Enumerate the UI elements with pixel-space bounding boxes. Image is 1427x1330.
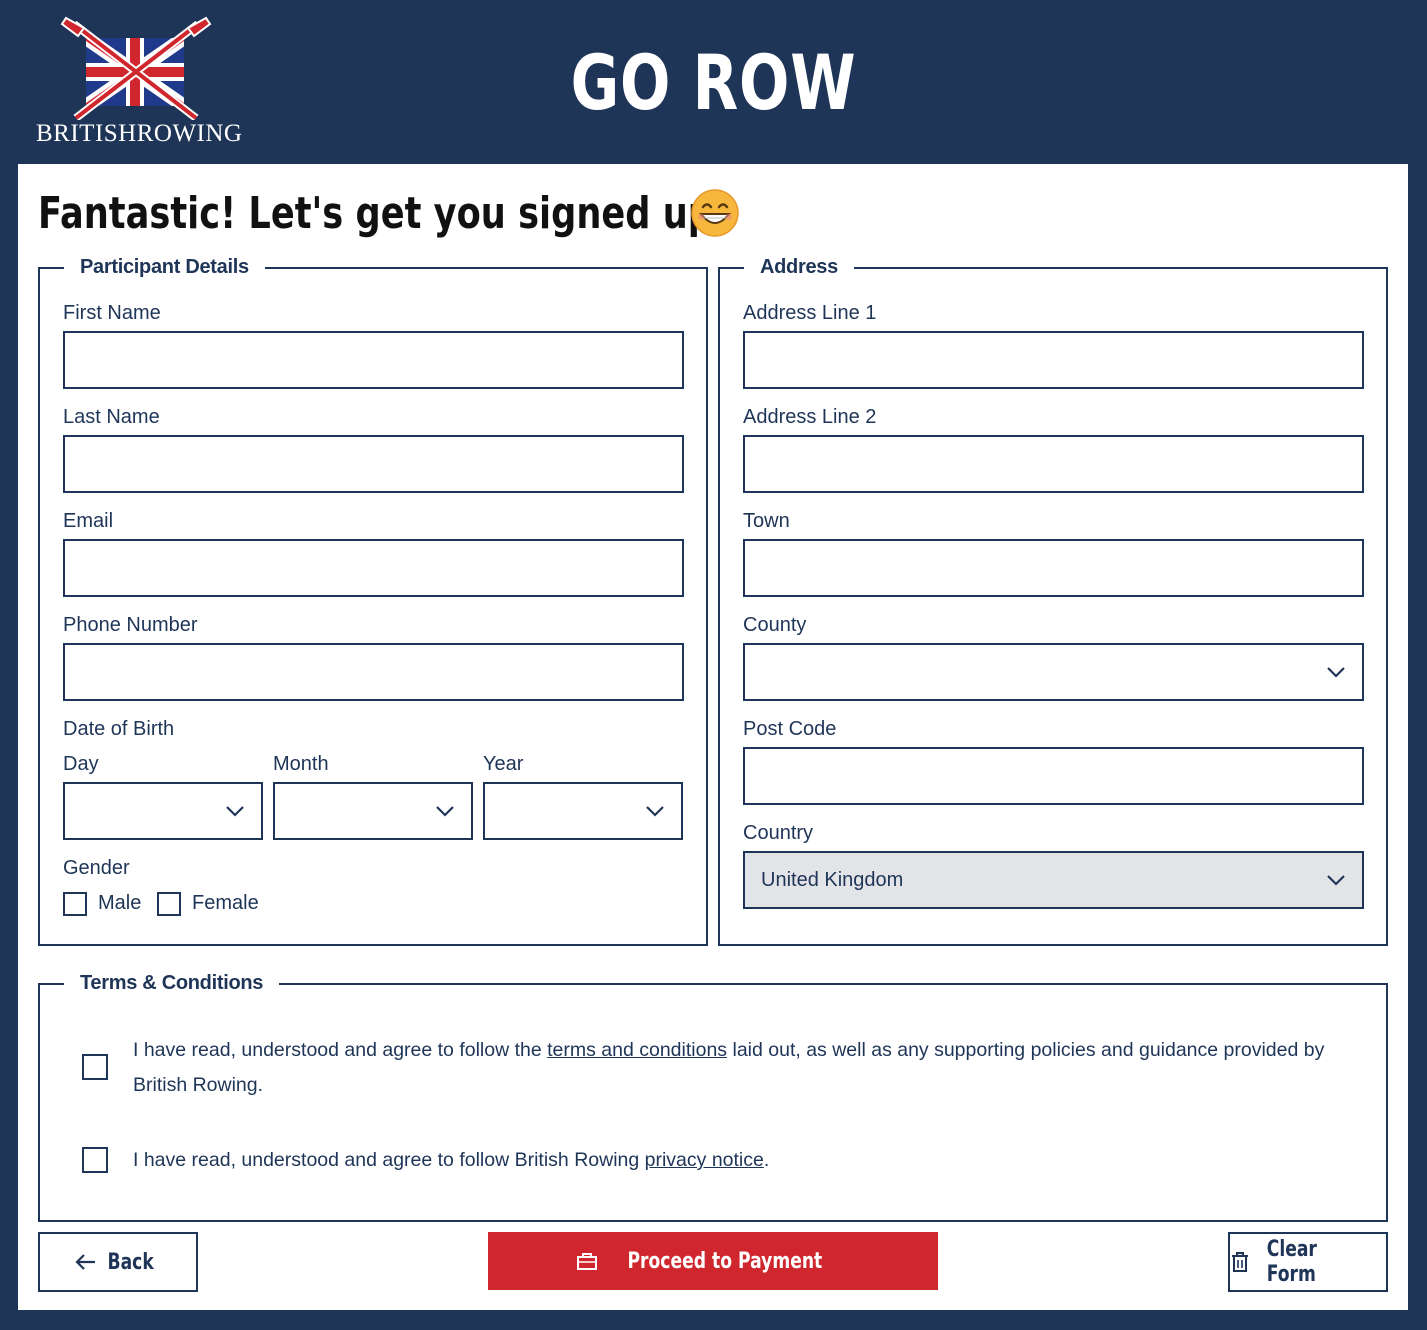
back-button[interactable]: Back: [38, 1232, 198, 1292]
address-line2-label: Address Line 2: [743, 406, 877, 428]
grinning-face-icon: [691, 189, 739, 237]
first-name-input[interactable]: [63, 331, 684, 389]
email-label: Email: [63, 510, 114, 532]
day-label: Day: [63, 753, 99, 775]
female-checkbox[interactable]: [157, 892, 181, 916]
day-select[interactable]: [63, 782, 263, 840]
address-line2-input[interactable]: [743, 435, 1364, 493]
phone-input[interactable]: [63, 643, 684, 701]
year-label: Year: [483, 753, 524, 775]
signup-panel: Fantastic! Let's get you signed up. Part…: [18, 164, 1408, 1310]
app-title: GO ROW: [570, 38, 857, 127]
proceed-to-payment-button[interactable]: Proceed to Payment: [488, 1232, 938, 1290]
country-label: Country: [743, 822, 814, 844]
phone-label: Phone Number: [63, 614, 198, 636]
terms-legend: Terms & Conditions: [80, 972, 264, 994]
female-label[interactable]: Female: [192, 892, 259, 915]
privacy-text: I have read, understood and agree to fol…: [133, 1143, 1333, 1178]
terms-text-pre: I have read, understood and agree to fol…: [133, 1039, 548, 1061]
pay-label: Proceed to Payment: [627, 1248, 823, 1274]
clear-form-button[interactable]: Clear Form: [1228, 1232, 1388, 1292]
privacy-notice-link[interactable]: privacy notice: [645, 1149, 764, 1171]
privacy-checkbox[interactable]: [82, 1147, 108, 1173]
month-select[interactable]: [273, 782, 473, 840]
first-name-label: First Name: [63, 302, 161, 324]
address-line1-label: Address Line 1: [743, 302, 877, 324]
address-line1-input[interactable]: [743, 331, 1364, 389]
terms-and-conditions-link[interactable]: terms and conditions: [547, 1039, 727, 1061]
chevron-down-icon: [226, 806, 244, 817]
chevron-down-icon: [646, 806, 664, 817]
town-input[interactable]: [743, 539, 1364, 597]
gender-label: Gender: [63, 857, 130, 879]
county-select[interactable]: [743, 643, 1364, 701]
country-value: United Kingdom: [761, 869, 904, 891]
county-label: County: [743, 614, 807, 636]
year-select[interactable]: [483, 782, 683, 840]
postcode-input[interactable]: [743, 747, 1364, 805]
page-title: Fantastic! Let's get you signed up.: [38, 188, 727, 239]
back-label: Back: [107, 1249, 155, 1275]
last-name-label: Last Name: [63, 406, 160, 428]
country-select[interactable]: United Kingdom: [743, 851, 1364, 909]
trash-icon: [1232, 1252, 1248, 1272]
terms-text: I have read, understood and agree to fol…: [133, 1033, 1333, 1103]
participant-details-legend: Participant Details: [80, 256, 249, 278]
chevron-down-icon: [1327, 667, 1345, 678]
site-header: BRITISHROWING GO ROW: [0, 0, 1427, 164]
privacy-text-post: .: [763, 1149, 770, 1171]
arrow-left-icon: [75, 1254, 96, 1270]
town-label: Town: [743, 510, 790, 532]
postcode-label: Post Code: [743, 718, 837, 740]
email-input[interactable]: [63, 539, 684, 597]
chevron-down-icon: [1327, 875, 1345, 886]
clear-label: Clear Form: [1266, 1237, 1317, 1287]
address-legend: Address: [760, 256, 838, 278]
male-checkbox[interactable]: [63, 892, 87, 916]
month-label: Month: [273, 753, 329, 775]
shopping-bag-icon: [577, 1253, 598, 1270]
privacy-text-pre: I have read, understood and agree to fol…: [133, 1149, 645, 1171]
dob-label: Date of Birth: [63, 718, 175, 740]
male-label[interactable]: Male: [98, 892, 141, 915]
terms-checkbox[interactable]: [82, 1054, 108, 1080]
last-name-input[interactable]: [63, 435, 684, 493]
chevron-down-icon: [436, 806, 454, 817]
